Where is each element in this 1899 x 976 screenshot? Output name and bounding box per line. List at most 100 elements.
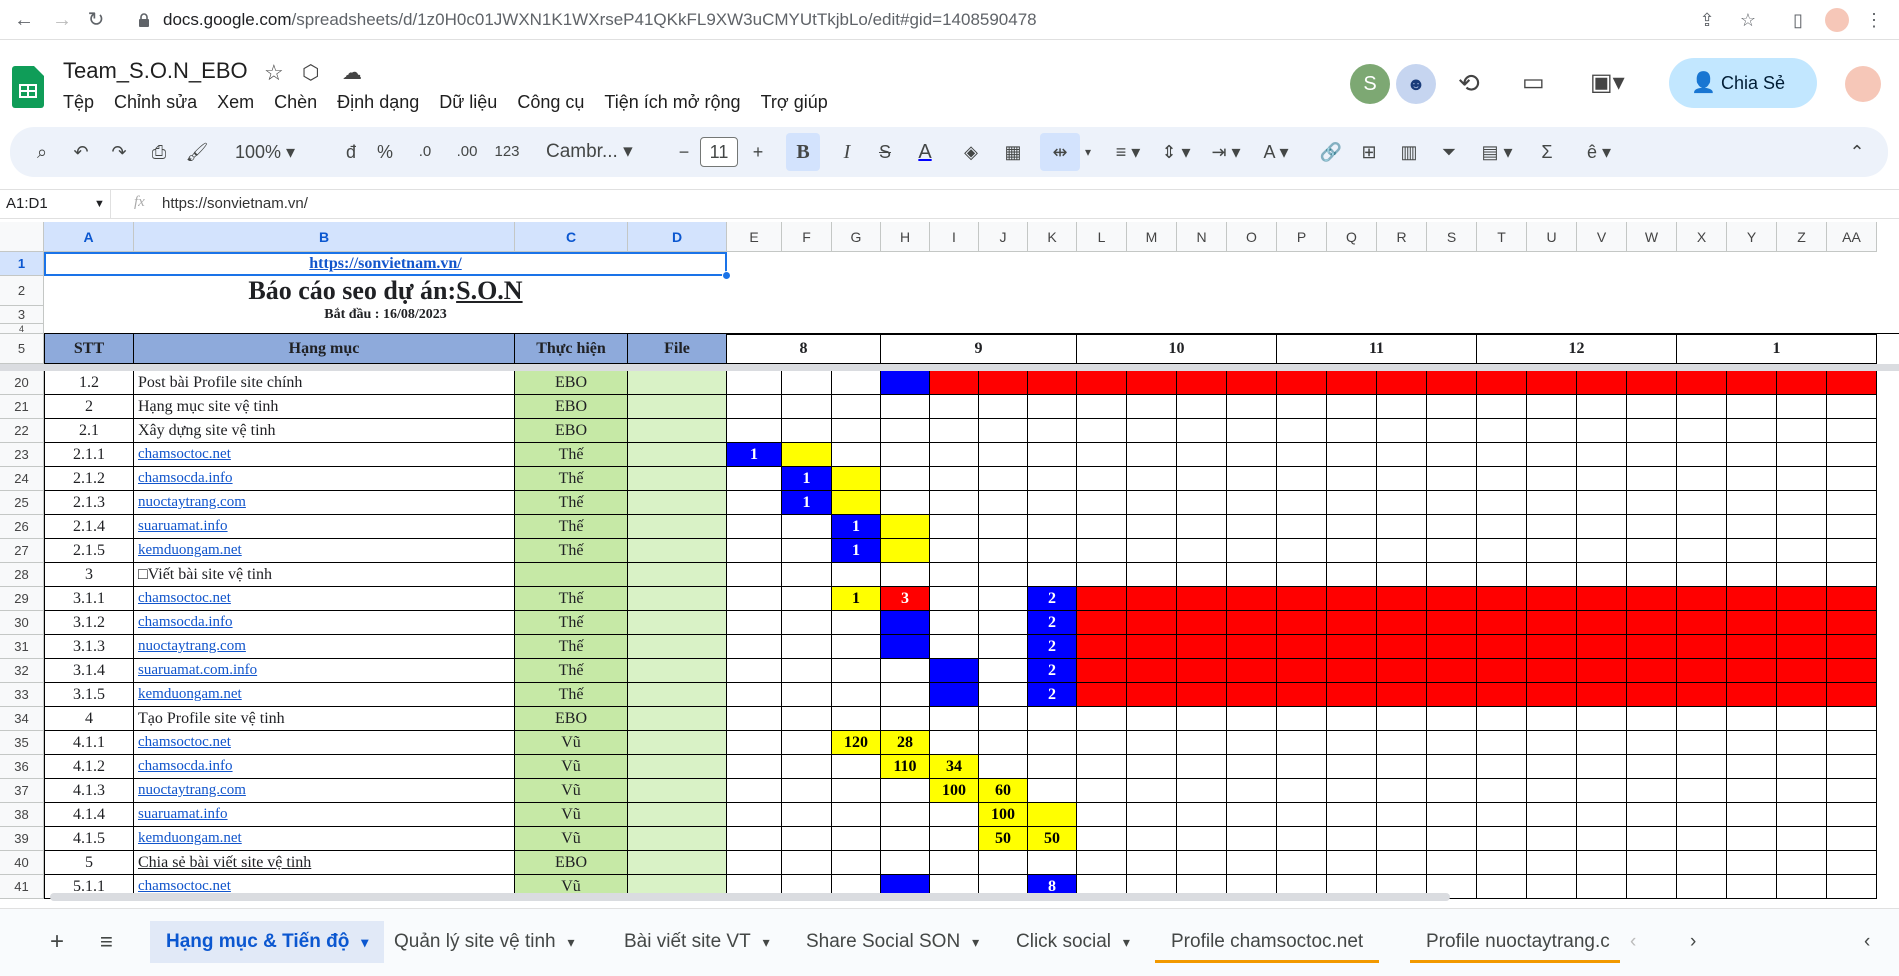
- gantt-cell[interactable]: [1827, 443, 1877, 467]
- gantt-cell[interactable]: [1028, 467, 1077, 491]
- star-icon[interactable]: ☆: [264, 60, 284, 86]
- gantt-cell[interactable]: [1327, 419, 1377, 443]
- collaborator-avatar[interactable]: S: [1350, 64, 1390, 104]
- gantt-cell[interactable]: [1477, 443, 1527, 467]
- site-link[interactable]: suaruamat.info: [138, 806, 228, 823]
- gantt-cell[interactable]: [1227, 731, 1277, 755]
- row-header[interactable]: 38: [0, 803, 44, 827]
- cell-item[interactable]: kemduongam.net: [134, 827, 515, 851]
- frozen-row-divider[interactable]: [0, 364, 1899, 371]
- gantt-cell[interactable]: [881, 851, 930, 875]
- gantt-cell[interactable]: [1727, 731, 1777, 755]
- gantt-cell[interactable]: [1627, 803, 1677, 827]
- gantt-cell[interactable]: [727, 371, 782, 395]
- gantt-cell[interactable]: [1777, 851, 1827, 875]
- row-header[interactable]: 22: [0, 419, 44, 443]
- gantt-cell[interactable]: [782, 395, 832, 419]
- column-header-w[interactable]: W: [1627, 222, 1677, 252]
- row-header[interactable]: 5: [0, 334, 44, 364]
- gantt-cell[interactable]: [1477, 875, 1527, 899]
- account-avatar[interactable]: [1845, 66, 1881, 102]
- paint-format-icon[interactable]: 🖌: [184, 127, 210, 177]
- gantt-cell[interactable]: [1827, 731, 1877, 755]
- gantt-cell[interactable]: [930, 539, 979, 563]
- cell-item[interactable]: Chia sẻ bài viết site vệ tinh: [134, 851, 515, 875]
- gantt-cell[interactable]: [930, 395, 979, 419]
- gantt-cell[interactable]: [782, 659, 832, 683]
- gantt-cell[interactable]: [1477, 779, 1527, 803]
- gantt-cell[interactable]: [1827, 467, 1877, 491]
- gantt-cell[interactable]: [930, 851, 979, 875]
- gantt-cell[interactable]: [1627, 539, 1677, 563]
- cell-stt[interactable]: 2.1: [44, 419, 134, 443]
- gantt-cell[interactable]: [1427, 803, 1477, 827]
- gantt-cell[interactable]: [1377, 779, 1427, 803]
- menu-item[interactable]: Định dạng: [337, 92, 429, 113]
- gantt-cell[interactable]: [1777, 563, 1827, 587]
- collapse-toolbar-icon[interactable]: ⌃: [1844, 127, 1870, 177]
- gantt-cell[interactable]: [1677, 491, 1727, 515]
- site-link[interactable]: chamsoctoc.net: [138, 734, 231, 751]
- insert-comment-icon[interactable]: ⊞: [1356, 127, 1382, 177]
- cell-stt[interactable]: 3.1.1: [44, 587, 134, 611]
- gantt-cell[interactable]: [1227, 755, 1277, 779]
- gantt-cell[interactable]: [1227, 707, 1277, 731]
- gantt-cell[interactable]: [1127, 851, 1177, 875]
- sheet-tab[interactable]: Profile nuoctaytrang.c: [1410, 921, 1620, 963]
- gantt-cell[interactable]: [1177, 563, 1227, 587]
- gantt-cell[interactable]: [1327, 443, 1377, 467]
- gantt-cell[interactable]: [1777, 779, 1827, 803]
- gantt-cell[interactable]: [1127, 395, 1177, 419]
- column-header-p[interactable]: P: [1277, 222, 1327, 252]
- gantt-cell[interactable]: [1227, 515, 1277, 539]
- gantt-cell[interactable]: [1127, 827, 1177, 851]
- gantt-cell[interactable]: [1377, 827, 1427, 851]
- cell-assignee[interactable]: Vũ: [515, 731, 628, 755]
- gantt-cell[interactable]: [1327, 491, 1377, 515]
- gantt-cell[interactable]: [1477, 707, 1527, 731]
- gantt-cell[interactable]: [1577, 731, 1627, 755]
- gantt-cell[interactable]: [979, 635, 1028, 659]
- site-link[interactable]: chamsoctoc.net: [138, 590, 231, 607]
- sheet-tab[interactable]: Hạng mục & Tiến độ ▾: [150, 921, 385, 963]
- gantt-cell[interactable]: [1627, 443, 1677, 467]
- gantt-cell[interactable]: [979, 707, 1028, 731]
- gantt-cell[interactable]: [1077, 707, 1127, 731]
- cell-stt[interactable]: 2.1.3: [44, 491, 134, 515]
- gantt-cell[interactable]: [979, 419, 1028, 443]
- cell-stt[interactable]: 3: [44, 563, 134, 587]
- gantt-cell[interactable]: [1727, 515, 1777, 539]
- gantt-cell[interactable]: [1127, 467, 1177, 491]
- gantt-cell[interactable]: [1527, 875, 1577, 899]
- gantt-cell[interactable]: [881, 395, 930, 419]
- gantt-cell[interactable]: [1227, 827, 1277, 851]
- gantt-cell[interactable]: [1777, 491, 1827, 515]
- gantt-cell[interactable]: [1577, 419, 1627, 443]
- gantt-cell[interactable]: [1677, 827, 1727, 851]
- gantt-cell[interactable]: [727, 827, 782, 851]
- reload-icon[interactable]: ↻: [82, 6, 110, 34]
- gantt-cell[interactable]: [1627, 395, 1677, 419]
- gantt-cell[interactable]: [1227, 563, 1277, 587]
- gantt-cell[interactable]: [1477, 539, 1527, 563]
- gantt-cell[interactable]: [1527, 539, 1577, 563]
- currency-format-button[interactable]: đ: [340, 127, 362, 177]
- gantt-cell[interactable]: [1577, 851, 1627, 875]
- column-header-m[interactable]: M: [1127, 222, 1177, 252]
- gantt-cell[interactable]: [979, 563, 1028, 587]
- gantt-cell[interactable]: [1077, 755, 1127, 779]
- row-header[interactable]: 39: [0, 827, 44, 851]
- gantt-cell[interactable]: [832, 611, 881, 635]
- gantt-cell[interactable]: [930, 491, 979, 515]
- cell-stt[interactable]: 4: [44, 707, 134, 731]
- gantt-cell[interactable]: [727, 515, 782, 539]
- row-header[interactable]: 37: [0, 779, 44, 803]
- cell-item[interactable]: kemduongam.net: [134, 683, 515, 707]
- gantt-cell[interactable]: [1377, 851, 1427, 875]
- italic-button[interactable]: I: [834, 127, 860, 177]
- gantt-cell[interactable]: [1477, 395, 1527, 419]
- gantt-cell[interactable]: [1427, 851, 1477, 875]
- font-family-select[interactable]: Cambr... ▾: [546, 127, 646, 177]
- gantt-cell[interactable]: [1827, 419, 1877, 443]
- insert-link-icon[interactable]: 🔗: [1318, 127, 1344, 177]
